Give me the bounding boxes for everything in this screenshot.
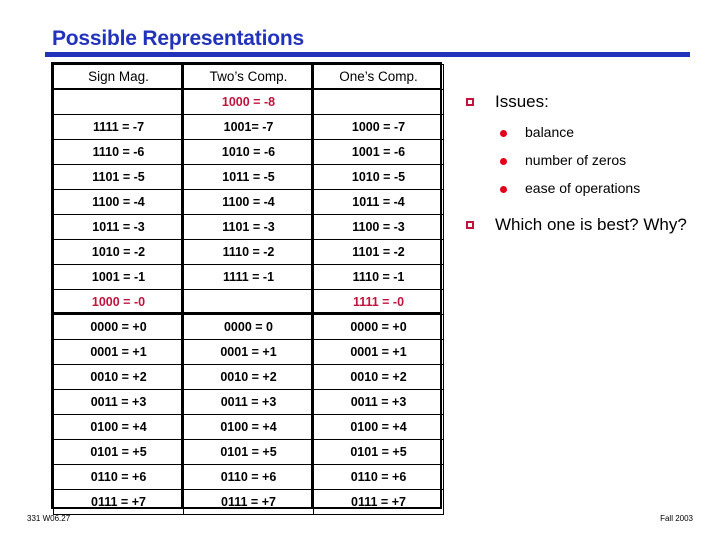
cell-ones-complement: 0100 = +4 — [313, 414, 444, 440]
cell-sign-magnitude — [53, 89, 184, 115]
bullet-which-one-is-best: Which one is best? Why? — [462, 215, 712, 235]
bullet-which-one-is-best-label: Which one is best? Why? — [495, 214, 687, 234]
cell-sign-magnitude: 0110 = +6 — [53, 464, 184, 490]
bullet-number-of-zeros-label: number of zeros — [525, 151, 627, 168]
column-header-sign-magnitude: Sign Mag. — [53, 64, 184, 90]
bullet-issues: Issues: — [462, 92, 712, 112]
table-row: 1001 = -1 1111 = -1 1110 = -1 — [53, 264, 444, 290]
cell-sign-magnitude: 1111 = -7 — [53, 114, 184, 140]
table-row: 1000 = -0 1111 = -0 — [53, 289, 444, 315]
cell-twos-complement: 0011 = +3 — [183, 389, 314, 415]
title-underline-rule — [45, 52, 690, 57]
cell-ones-complement: 1001 = -6 — [313, 139, 444, 165]
table-row: 1011 = -3 1101 = -3 1100 = -3 — [53, 214, 444, 240]
cell-sign-magnitude: 1000 = -0 — [53, 289, 184, 315]
cell-twos-complement: 0111 = +7 — [183, 489, 314, 515]
cell-twos-complement: 1001= -7 — [183, 114, 314, 140]
table-row: 1100 = -4 1100 = -4 1011 = -4 — [53, 189, 444, 215]
cell-twos-complement — [183, 289, 314, 315]
cell-twos-complement: 1010 = -6 — [183, 139, 314, 165]
table-row: 0001 = +1 0001 = +1 0001 = +1 — [53, 339, 444, 365]
cell-twos-complement: 1011 = -5 — [183, 164, 314, 190]
cell-twos-complement: 0100 = +4 — [183, 414, 314, 440]
cell-sign-magnitude: 0011 = +3 — [53, 389, 184, 415]
cell-sign-magnitude: 1010 = -2 — [53, 239, 184, 265]
bullet-balance-label: balance — [525, 123, 575, 140]
cell-ones-complement: 0001 = +1 — [313, 339, 444, 365]
dot-bullet-icon — [500, 157, 507, 165]
cell-ones-complement: 1000 = -7 — [313, 114, 444, 140]
issues-group: Issues: balance number of zeros ease of … — [462, 92, 712, 197]
cell-ones-complement: 0000 = +0 — [313, 314, 444, 340]
dot-bullet-icon — [500, 129, 507, 137]
cell-sign-magnitude: 1001 = -1 — [53, 264, 184, 290]
table-row: 0111 = +7 0111 = +7 0111 = +7 — [53, 489, 444, 515]
cell-ones-complement: 1101 = -2 — [313, 239, 444, 265]
table-row: 1101 = -5 1011 = -5 1010 = -5 — [53, 164, 444, 190]
cell-twos-complement: 1000 = -8 — [183, 89, 314, 115]
bullet-panel: Issues: balance number of zeros ease of … — [462, 92, 712, 244]
bullet-balance: balance — [462, 123, 712, 140]
cell-sign-magnitude: 0001 = +1 — [53, 339, 184, 365]
footer-course-code: 331 W06.27 — [27, 514, 71, 523]
column-header-ones-complement: One’s Comp. — [313, 64, 444, 90]
bullet-issues-label: Issues: — [495, 92, 549, 111]
cell-twos-complement: 1110 = -2 — [183, 239, 314, 265]
table-header-row: Sign Mag. Two’s Comp. One’s Comp. — [53, 64, 444, 90]
cell-ones-complement — [313, 89, 444, 115]
cell-twos-complement: 1111 = -1 — [183, 264, 314, 290]
table-row: 1000 = -8 — [53, 89, 444, 115]
representations-table: Sign Mag. Two’s Comp. One’s Comp. 1000 =… — [53, 64, 444, 515]
cell-ones-complement: 0110 = +6 — [313, 464, 444, 490]
cell-twos-complement: 0101 = +5 — [183, 439, 314, 465]
table-row: 1110 = -6 1010 = -6 1001 = -6 — [53, 139, 444, 165]
cell-ones-complement: 0101 = +5 — [313, 439, 444, 465]
cell-ones-complement: 1111 = -0 — [313, 289, 444, 315]
cell-sign-magnitude: 0101 = +5 — [53, 439, 184, 465]
table-row: 0010 = +2 0010 = +2 0010 = +2 — [53, 364, 444, 390]
cell-ones-complement: 0010 = +2 — [313, 364, 444, 390]
cell-sign-magnitude: 0000 = +0 — [53, 314, 184, 340]
dot-bullet-icon — [500, 186, 507, 194]
cell-ones-complement: 0111 = +7 — [313, 489, 444, 515]
cell-twos-complement: 1101 = -3 — [183, 214, 314, 240]
footer-term: Fall 2003 — [660, 514, 693, 523]
cell-ones-complement: 1100 = -3 — [313, 214, 444, 240]
column-header-twos-complement: Two’s Comp. — [183, 64, 314, 90]
bullet-ease-of-operations-label: ease of operations — [525, 180, 641, 197]
cell-twos-complement: 0110 = +6 — [183, 464, 314, 490]
cell-sign-magnitude: 1100 = -4 — [53, 189, 184, 215]
cell-twos-complement: 0000 = 0 — [183, 314, 314, 340]
cell-twos-complement: 0001 = +1 — [183, 339, 314, 365]
cell-twos-complement: 0010 = +2 — [183, 364, 314, 390]
cell-sign-magnitude: 1110 = -6 — [53, 139, 184, 165]
table-row: 1010 = -2 1110 = -2 1101 = -2 — [53, 239, 444, 265]
table-row: 0100 = +4 0100 = +4 0100 = +4 — [53, 414, 444, 440]
table-row: 0110 = +6 0110 = +6 0110 = +6 — [53, 464, 444, 490]
cell-sign-magnitude: 0010 = +2 — [53, 364, 184, 390]
page-title: Possible Representations — [52, 27, 304, 50]
cell-ones-complement: 1011 = -4 — [313, 189, 444, 215]
bullet-ease-of-operations: ease of operations — [462, 181, 712, 196]
table-row: 1111 = -7 1001= -7 1000 = -7 — [53, 114, 444, 140]
table-row: 0000 = +0 0000 = 0 0000 = +0 — [53, 314, 444, 340]
cell-ones-complement: 0011 = +3 — [313, 389, 444, 415]
cell-sign-magnitude: 0100 = +4 — [53, 414, 184, 440]
square-bullet-icon — [466, 98, 474, 106]
cell-twos-complement: 1100 = -4 — [183, 189, 314, 215]
cell-sign-magnitude: 0111 = +7 — [53, 489, 184, 515]
bullet-number-of-zeros: number of zeros — [462, 151, 712, 168]
table-row: 0011 = +3 0011 = +3 0011 = +3 — [53, 389, 444, 415]
table-row: 0101 = +5 0101 = +5 0101 = +5 — [53, 439, 444, 465]
cell-ones-complement: 1110 = -1 — [313, 264, 444, 290]
cell-sign-magnitude: 1011 = -3 — [53, 214, 184, 240]
square-bullet-icon — [466, 220, 474, 229]
cell-ones-complement: 1010 = -5 — [313, 164, 444, 190]
cell-sign-magnitude: 1101 = -5 — [53, 164, 184, 190]
